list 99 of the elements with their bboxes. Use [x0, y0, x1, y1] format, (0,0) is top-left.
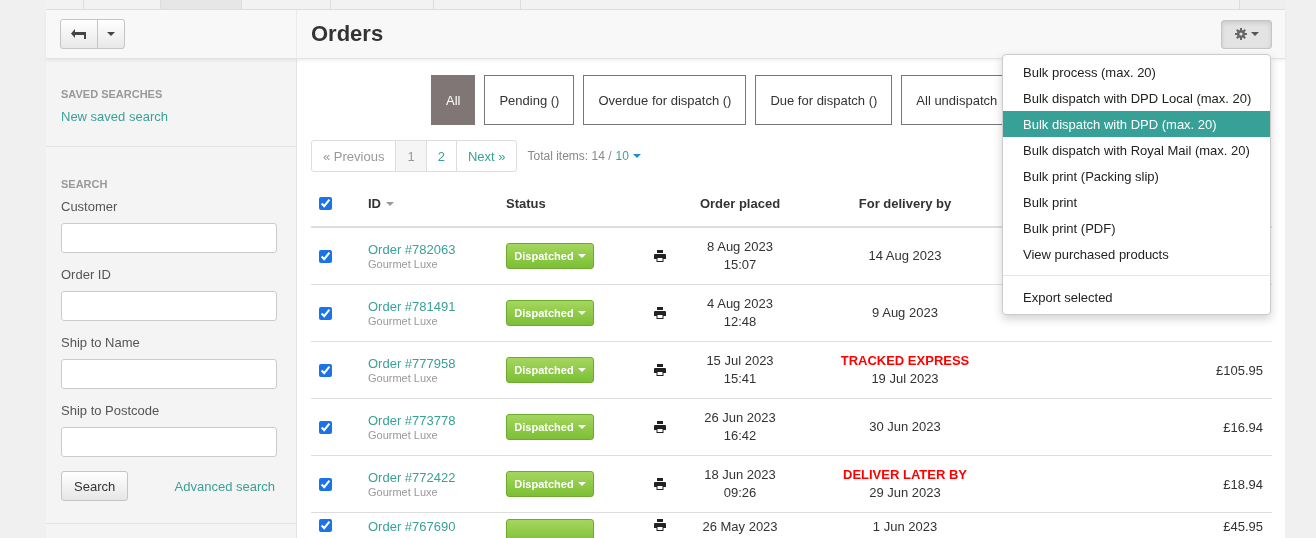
delivery-date: 9 Aug 2023 — [872, 304, 938, 322]
order-time: 15:07 — [723, 256, 757, 274]
delivery-date: 19 Jul 2023 — [871, 370, 939, 388]
menu-item[interactable]: Bulk print (Packing slip) — [1003, 163, 1270, 189]
caret-icon — [577, 425, 586, 429]
advanced-search-link[interactable]: Advanced search — [174, 478, 275, 494]
page-title: Orders — [311, 21, 384, 47]
menu-item[interactable]: Bulk dispatch with Royal Mail (max. 20) — [1003, 137, 1270, 163]
delivery-date: 30 Jun 2023 — [869, 418, 941, 436]
section-heading: SEARCH — [61, 178, 109, 190]
filter-tab[interactable]: Due for dispatch () — [755, 75, 893, 125]
row-checkbox[interactable] — [319, 363, 332, 377]
order-total: £16.94 — [1223, 419, 1263, 435]
print-icon[interactable] — [654, 421, 666, 433]
page-link[interactable]: 2 — [425, 141, 456, 171]
menu-item[interactable]: Bulk print — [1003, 189, 1270, 215]
settings-icon — [1234, 28, 1247, 40]
order-time: 09:26 — [723, 484, 757, 502]
row-checkbox[interactable] — [319, 477, 332, 491]
menu-item[interactable]: Bulk print (PDF) — [1003, 215, 1270, 241]
order-link[interactable]: Order #773778 — [368, 413, 456, 428]
caret-icon — [577, 254, 586, 258]
customer-name: Gourmet Luxe — [368, 258, 438, 270]
back-arrow-icon — [71, 29, 87, 39]
input-field[interactable] — [61, 427, 277, 457]
status-dropdown[interactable]: Dispatched — [506, 300, 594, 326]
section-heading: SAVED SEARCHES — [61, 88, 164, 100]
column-header: Status — [506, 196, 546, 211]
order-total: £18.94 — [1223, 476, 1263, 492]
order-date: 15 Jul 2023 — [706, 352, 774, 370]
row-checkbox[interactable] — [319, 249, 332, 263]
row-checkbox[interactable] — [319, 306, 332, 320]
order-time: 16:42 — [723, 427, 757, 445]
order-total: £45.95 — [1223, 519, 1263, 534]
status-dropdown[interactable]: Dispatched — [506, 243, 594, 269]
input-field[interactable] — [61, 223, 277, 253]
order-date: 18 Jun 2023 — [704, 466, 776, 484]
menu-item[interactable]: Export selected — [1003, 284, 1270, 310]
caret-icon — [107, 32, 115, 36]
customer-name: Gourmet Luxe — [368, 429, 438, 441]
customer-name: Gourmet Luxe — [368, 372, 438, 384]
menu-item[interactable]: View purchased products — [1003, 241, 1270, 267]
field-label: Ship to Postcode — [61, 403, 161, 418]
customer-name: Gourmet Luxe — [368, 486, 438, 498]
field-label: Customer — [61, 199, 119, 214]
order-time: 15:41 — [723, 370, 757, 388]
delivery-service: TRACKED EXPRESS — [840, 352, 970, 370]
print-icon[interactable] — [654, 519, 666, 531]
order-total: £105.95 — [1216, 362, 1263, 378]
menu-item[interactable]: Bulk dispatch with DPD (max. 20) — [1003, 111, 1270, 137]
filter-tab[interactable]: Pending () — [484, 75, 575, 125]
status-dropdown[interactable]: Dispatched — [506, 471, 594, 497]
caret-icon — [1250, 32, 1259, 36]
caret-icon — [632, 154, 641, 158]
field-label: Order ID — [61, 267, 112, 282]
settings-button[interactable] — [1221, 19, 1272, 49]
search-button[interactable]: Search — [61, 471, 129, 501]
customer-name: Gourmet Luxe — [368, 315, 438, 327]
column-header: Order placed — [699, 194, 781, 213]
order-link[interactable]: Order #782063 — [368, 242, 456, 257]
select-all-checkbox[interactable] — [319, 197, 332, 210]
print-icon[interactable] — [654, 478, 666, 490]
input-field[interactable] — [61, 291, 277, 321]
order-time: 12:48 — [723, 313, 757, 331]
caret-icon — [577, 482, 586, 486]
order-date: 26 May 2023 — [702, 519, 778, 534]
order-link[interactable]: Order #772422 — [368, 470, 456, 485]
page-link[interactable]: 1 — [395, 141, 426, 171]
status-dropdown[interactable]: Dispatched — [506, 414, 594, 440]
row-checkbox[interactable] — [319, 420, 332, 434]
input-field[interactable] — [61, 359, 277, 389]
back-button-group[interactable] — [60, 19, 125, 49]
filter-tab[interactable]: Overdue for dispatch () — [583, 75, 747, 125]
sort-icon — [386, 201, 394, 206]
delivery-date: 1 Jun 2023 — [872, 519, 938, 534]
delivery-service: DELIVER LATER BY — [843, 466, 967, 484]
delivery-date: 29 Jun 2023 — [869, 484, 941, 502]
status-dropdown[interactable]: Dispatched — [506, 357, 594, 383]
per-page-dropdown[interactable]: 10 — [615, 149, 641, 163]
caret-icon — [577, 368, 586, 372]
order-date: 26 Jun 2023 — [704, 409, 776, 427]
print-icon[interactable] — [654, 250, 666, 262]
order-date: 8 Aug 2023 — [707, 238, 773, 256]
next-page-link[interactable]: Next » — [455, 141, 517, 171]
order-date: 4 Aug 2023 — [707, 295, 773, 313]
column-header: For delivery by — [858, 194, 952, 213]
order-link[interactable]: Order #777958 — [368, 356, 456, 371]
field-label: Ship to Name — [61, 335, 141, 350]
print-icon[interactable] — [654, 364, 666, 376]
caret-icon — [577, 311, 586, 315]
print-icon[interactable] — [654, 307, 666, 319]
column-header[interactable]: ID — [368, 196, 381, 211]
total-items-text: Total items: 14 / — [527, 149, 612, 163]
row-checkbox[interactable] — [319, 519, 332, 532]
order-link[interactable]: Order #767690 — [368, 519, 456, 534]
order-link[interactable]: Order #781491 — [368, 299, 456, 314]
filter-tab[interactable]: All — [431, 75, 476, 125]
delivery-date: 14 Aug 2023 — [868, 247, 942, 265]
new-saved-search-link[interactable]: New saved search — [61, 109, 168, 124]
